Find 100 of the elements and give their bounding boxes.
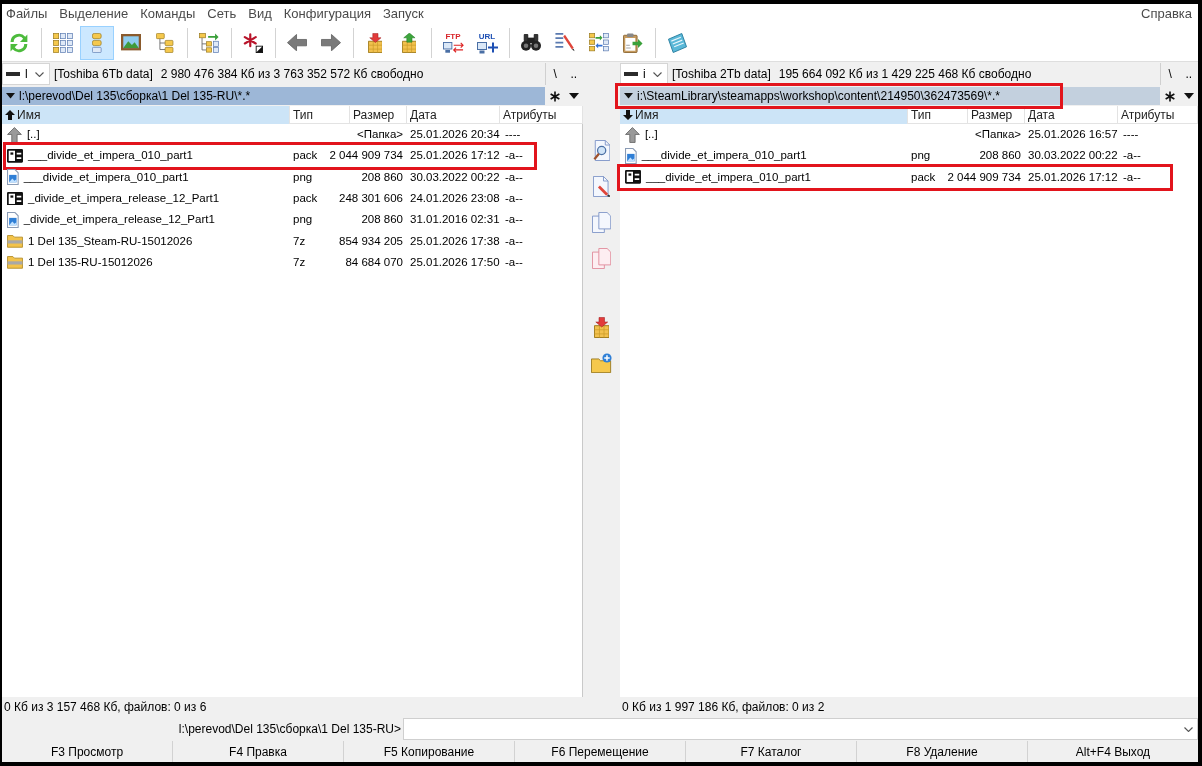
pencil-list-icon <box>555 33 575 52</box>
chevron-icon[interactable] <box>1184 726 1193 732</box>
menu-item[interactable]: Вид <box>248 4 272 24</box>
left-arrow-icon <box>287 33 307 52</box>
drive-icon <box>624 72 638 76</box>
file-name[interactable]: ___divide_et_impera_010_part1 <box>28 147 193 165</box>
image-file-icon <box>7 211 19 228</box>
up-arrow-icon <box>625 126 640 143</box>
parent-button[interactable]: .. <box>1179 63 1198 85</box>
file-type: png <box>292 169 314 185</box>
asterisk-icon <box>243 32 263 53</box>
status-text: 0 Кб из 3 157 468 Кб, файлов: 0 из 6 <box>3 699 208 716</box>
file-date: 31.01.2016 02:31 <box>409 212 501 228</box>
menu-item[interactable]: Сеть <box>207 4 237 24</box>
menu-item[interactable]: Выделение <box>59 4 129 24</box>
menu-item[interactable]: Запуск <box>383 4 424 24</box>
caret-icon[interactable] <box>1183 93 1194 99</box>
folder-tree-arrow-icon <box>199 32 219 53</box>
file-attributes: -a-- <box>504 212 524 228</box>
document-magnifier-icon <box>592 139 611 161</box>
free-space-text: 2 980 476 384 Кб из 3 763 352 572 Кб свободно <box>160 66 424 83</box>
file-size: 248 301 606 <box>338 191 404 206</box>
status-text: 0 Кб из 1 997 186 Кб, файлов: 0 из 2 <box>621 699 826 716</box>
file-attributes: -a-- <box>504 148 524 164</box>
root-button[interactable]: \ <box>546 63 565 85</box>
binoculars-icon <box>521 34 541 51</box>
path-bar[interactable]: l:\perevod\Del 135\сборка\1 Del 135-RU\*.* <box>2 87 545 105</box>
file-size: 84 684 070 <box>344 255 404 270</box>
chevron-icon <box>653 71 662 77</box>
file-date: 25.01.2026 17:12 <box>409 148 501 164</box>
file-date: 25.01.2026 17:38 <box>409 233 501 249</box>
box-down-arrow-icon <box>367 32 383 53</box>
file-date: 25.01.2026 20:34 <box>409 127 501 143</box>
path-text: l:\perevod\Del 135\сборка\1 Del 135-RU\*.* <box>19 88 251 105</box>
clipboard-arrow-icon <box>623 32 643 53</box>
caret-icon[interactable] <box>624 93 633 99</box>
computer-plus-icon <box>476 41 498 54</box>
file-attributes: -a-- <box>504 255 524 270</box>
file-name[interactable]: [..] <box>26 126 40 144</box>
file-type: pack <box>292 191 319 206</box>
file-type: png <box>292 212 314 228</box>
drive-label: [Toshiba 2Tb data] <box>672 66 771 83</box>
drive-dropdown[interactable]: i <box>620 63 668 85</box>
file-name[interactable]: [..] <box>644 126 658 144</box>
asterisk-icon[interactable] <box>549 90 560 102</box>
file-date: 25.01.2026 16:57 <box>1027 127 1119 143</box>
menu-item[interactable]: Справка <box>1141 4 1192 24</box>
toolbar-button[interactable]: URL <box>470 25 504 60</box>
file-name[interactable]: 1 Del 135_Steam-RU-15012026 <box>28 232 193 250</box>
file-type: pack <box>292 148 319 164</box>
file-name[interactable]: 1 Del 135-RU-15012026 <box>28 254 153 272</box>
menu-item[interactable]: Конфигурация <box>283 4 371 24</box>
file-size: 208 860 <box>978 148 1022 164</box>
file-size: 2 044 909 734 <box>328 148 404 164</box>
file-name[interactable]: ___divide_et_impera_010_part1 <box>23 168 189 186</box>
file-size: <Папка> <box>356 127 404 143</box>
toolbar-button[interactable]: FTP <box>436 25 470 60</box>
file-date: 30.03.2022 00:22 <box>409 169 501 185</box>
zip-folder-icon <box>7 234 23 248</box>
path-text: i:\SteamLibrary\steamapps\workshop\content\214950\362473569\*.* <box>637 88 1000 105</box>
zip-folder-icon <box>7 256 23 269</box>
file-attributes: ---- <box>504 127 522 143</box>
drive-label: [Toshiba 6Tb data] <box>54 66 153 83</box>
file-size: 208 860 <box>360 212 404 228</box>
archive-icon <box>7 191 23 206</box>
drive-dropdown[interactable]: l <box>2 63 50 85</box>
free-space-text: 195 664 092 Кб из 1 429 225 468 Кб свободно <box>778 66 1032 83</box>
file-name[interactable]: _divide_et_impera_release_12_Part1 <box>28 190 220 208</box>
up-arrow-icon <box>7 126 22 143</box>
file-date: 30.03.2022 00:22 <box>1027 148 1119 164</box>
caret-icon[interactable] <box>568 93 579 99</box>
root-button[interactable]: \ <box>1161 63 1180 85</box>
file-size: <Папка> <box>974 127 1022 143</box>
file-type: 7z <box>292 255 307 270</box>
file-name[interactable]: _divide_et_impera_release_12_Part1 <box>23 211 215 229</box>
menu-item[interactable]: Файлы <box>6 4 48 24</box>
file-name[interactable]: ___divide_et_impera_010_part1 <box>646 168 811 186</box>
right-arrow-icon <box>321 33 341 52</box>
folder-plus-icon <box>591 352 612 374</box>
file-size: 2 044 909 734 <box>946 169 1022 185</box>
menu-item[interactable]: Команды <box>140 4 196 24</box>
file-size: 208 860 <box>360 169 404 185</box>
command-prompt: l:\perevod\Del 135\сборка\1 Del 135-RU> <box>177 721 402 738</box>
documents-icon <box>591 247 612 269</box>
file-date: 25.01.2026 17:50 <box>409 255 501 270</box>
command-field[interactable] <box>403 718 1198 740</box>
box-up-arrow-icon <box>401 32 417 53</box>
chevron-icon <box>35 71 44 77</box>
folder-tree-icon <box>156 32 174 53</box>
column-header[interactable]: Имя <box>2 106 290 124</box>
file-name[interactable]: ___divide_et_impera_010_part1 <box>641 147 807 165</box>
caret-icon[interactable] <box>6 93 15 99</box>
asterisk-icon[interactable] <box>1164 90 1175 102</box>
notepad-icon <box>667 32 687 53</box>
parent-button[interactable]: .. <box>564 63 583 85</box>
archive-icon <box>625 170 641 185</box>
file-attributes: -a-- <box>504 191 524 206</box>
file-attributes: -a-- <box>504 169 524 185</box>
file-attributes: -a-- <box>504 233 524 249</box>
computer-arrows-icon <box>442 41 464 54</box>
